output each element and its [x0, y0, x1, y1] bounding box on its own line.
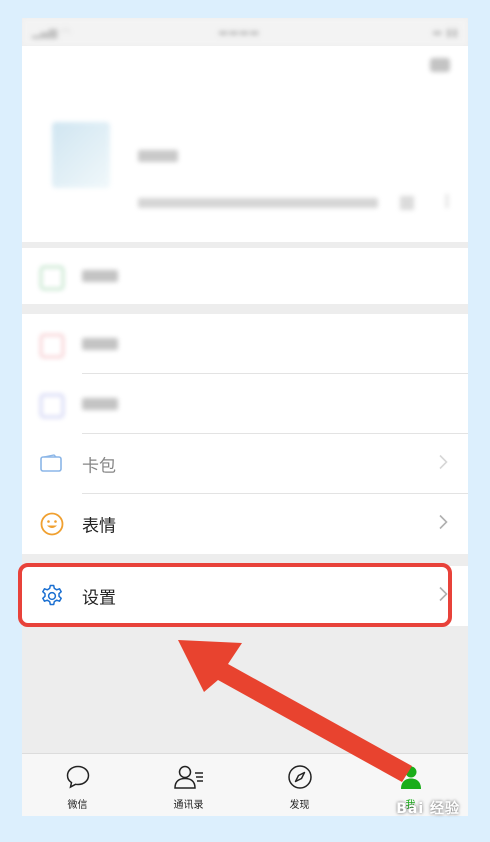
- watermark: Bai 经验: [396, 801, 460, 817]
- arrow-annotation: [178, 640, 412, 782]
